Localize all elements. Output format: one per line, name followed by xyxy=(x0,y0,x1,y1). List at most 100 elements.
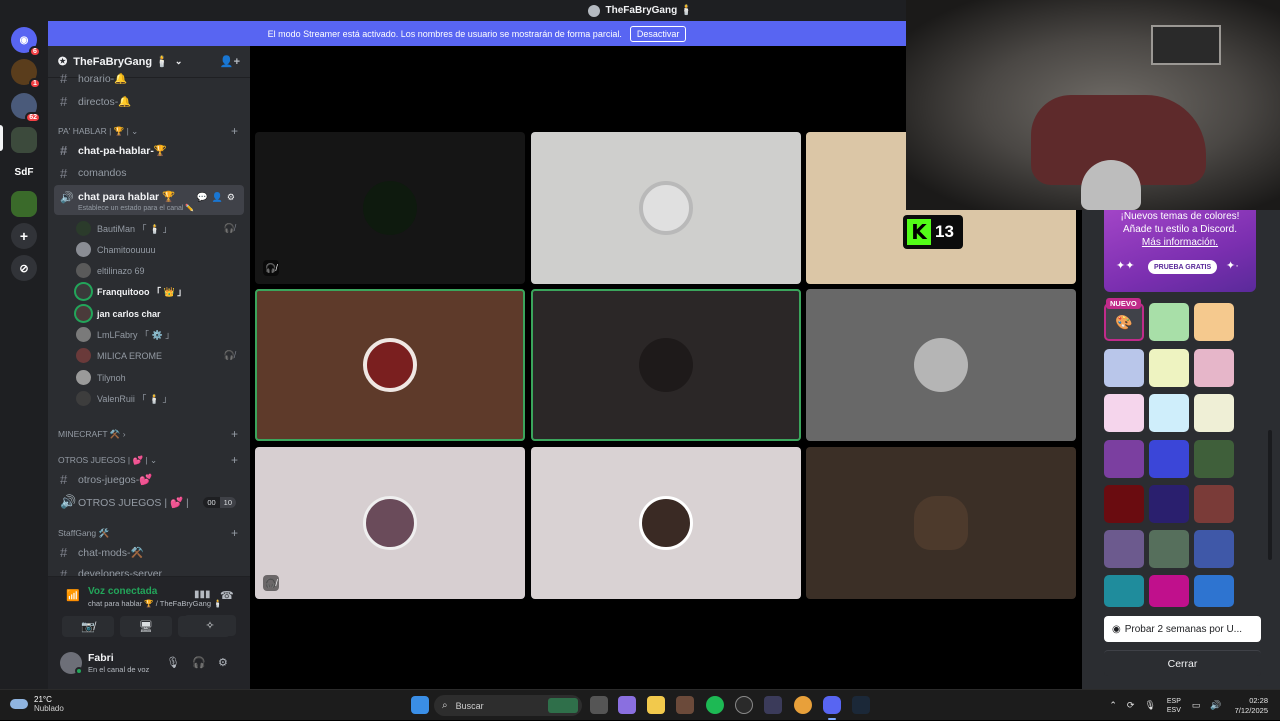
volume-icon[interactable]: 🔊 xyxy=(1210,700,1221,711)
theme-swatch[interactable] xyxy=(1194,394,1234,432)
microphone-icon[interactable]: 🎙 xyxy=(1144,700,1155,711)
free-trial-button[interactable]: PRUEBA GRATIS xyxy=(1148,260,1218,274)
discord-home-icon[interactable]: ◉ 6 xyxy=(11,27,41,57)
file-explorer-icon[interactable] xyxy=(647,696,665,714)
add-server-icon[interactable]: + xyxy=(11,223,37,249)
theme-swatch[interactable] xyxy=(1104,440,1144,478)
voice-member[interactable]: LmLFabry 「 ⚙️ 」 xyxy=(76,325,241,344)
participant-tile[interactable] xyxy=(806,447,1076,599)
discord-icon[interactable] xyxy=(823,696,841,714)
add-channel-icon[interactable]: + xyxy=(231,453,238,467)
voice-channel-active[interactable]: 🔊 chat para hablar 🏆 Establece un estado… xyxy=(54,185,244,215)
scrollbar[interactable] xyxy=(1268,430,1272,560)
theme-swatch[interactable] xyxy=(1104,485,1144,523)
voice-member[interactable]: jan carlos char xyxy=(76,304,241,323)
app-icon[interactable] xyxy=(676,696,694,714)
category-otros-juegos[interactable]: OTROS JUEGOS | 💕 | ⌄ + xyxy=(58,453,242,467)
microphone-icon[interactable]: 🎙 xyxy=(166,656,180,669)
theme-swatch[interactable] xyxy=(1194,440,1234,478)
channel-chat-mods[interactable]: # chat-mods-⚒️ xyxy=(56,542,242,562)
voice-status-subtitle[interactable]: chat para hablar 🏆 / TheFaBryGang 🕯️ xyxy=(88,599,222,608)
participant-tile[interactable] xyxy=(531,132,801,284)
theme-swatch[interactable] xyxy=(1194,530,1234,568)
voice-member[interactable]: BautiMan 「 🕯️ 」 🎧̸ xyxy=(76,219,241,238)
server-folder[interactable]: SdF xyxy=(11,159,37,185)
channel-otros-juegos[interactable]: # otros-juegos-💕 xyxy=(56,469,242,489)
connection-signal-icon[interactable]: 📶 xyxy=(66,589,80,602)
category-staffgang[interactable]: StaffGang 🛠️ + xyxy=(58,526,242,540)
participant-tile[interactable]: 🎧̸ xyxy=(255,132,525,284)
voice-member[interactable]: Chamitoouuuu xyxy=(76,240,241,259)
voice-member[interactable]: Tilynoh xyxy=(76,368,241,387)
channel-directos[interactable]: # directos-🔔 xyxy=(56,91,242,111)
voice-member[interactable]: Franquitooo 「 👑 」 xyxy=(76,282,241,301)
server-avatar[interactable] xyxy=(11,191,37,217)
theme-swatch[interactable] xyxy=(1194,575,1234,607)
theme-swatch[interactable] xyxy=(1194,485,1234,523)
screen-share-button[interactable]: 🖥 xyxy=(120,616,172,637)
server-avatar-selected[interactable] xyxy=(11,127,37,153)
clock[interactable]: 02:28 7/12/2025 xyxy=(1235,696,1268,716)
participant-tile[interactable] xyxy=(531,447,801,599)
theme-swatch[interactable] xyxy=(1149,485,1189,523)
input-language[interactable]: ESP ESV xyxy=(1167,697,1181,715)
disconnect-icon[interactable]: ☎ xyxy=(220,589,234,602)
theme-swatch[interactable] xyxy=(1104,394,1144,432)
camera-off-button[interactable]: 📷̸ xyxy=(62,616,114,637)
headphones-icon[interactable]: 🎧 xyxy=(192,656,206,669)
voice-member[interactable]: ValenRuii 「 🕯️ 」 xyxy=(76,389,241,408)
theme-swatch[interactable] xyxy=(1149,303,1189,341)
chevron-up-icon[interactable]: ⌃ xyxy=(1109,700,1117,711)
theme-swatch[interactable] xyxy=(1104,349,1144,387)
soundboard-button[interactable]: ✧ xyxy=(184,615,236,636)
add-channel-icon[interactable]: + xyxy=(231,427,238,441)
close-button[interactable]: Cerrar xyxy=(1104,650,1261,676)
theme-swatch[interactable] xyxy=(1194,303,1234,341)
noise-suppression-icon[interactable]: ▮▮▮ xyxy=(194,589,211,600)
theme-swatch[interactable] xyxy=(1149,530,1189,568)
display-icon[interactable]: ▭ xyxy=(1192,700,1201,711)
server-avatar[interactable]: 62 xyxy=(11,93,41,123)
chrome-icon[interactable] xyxy=(794,696,812,714)
channel-horario[interactable]: # horario-🔔 xyxy=(56,68,242,88)
theme-swatch[interactable] xyxy=(1104,530,1144,568)
add-channel-icon[interactable]: + xyxy=(231,124,238,138)
category-pa-hablar[interactable]: PA' HABLAR | 🏆 | ⌄ + xyxy=(58,124,242,138)
promo-link[interactable]: Más información. xyxy=(1104,237,1256,248)
theme-swatch[interactable] xyxy=(1149,394,1189,432)
weather-widget[interactable]: 21°C Nublado xyxy=(10,695,64,713)
taskbar-search[interactable]: ⌕ Buscar xyxy=(434,695,582,716)
theme-swatch[interactable] xyxy=(1194,349,1234,387)
participant-tile[interactable] xyxy=(531,289,801,441)
add-channel-icon[interactable]: + xyxy=(231,526,238,540)
channel-comandos[interactable]: # comandos xyxy=(56,163,242,183)
app-icon[interactable] xyxy=(735,696,753,714)
try-nitro-button[interactable]: ◉ Probar 2 semanas por U... xyxy=(1104,616,1261,642)
voice-member[interactable]: eltilinazo 69 xyxy=(76,261,241,280)
voice-channel-status-hint[interactable]: Establece un estado para el canal ✏️ xyxy=(78,204,194,212)
category-minecraft[interactable]: MINECRAFT ⚒️ › + xyxy=(58,427,242,441)
spotify-icon[interactable] xyxy=(706,696,724,714)
user-name[interactable]: Fabri xyxy=(88,652,114,664)
settings-gear-icon[interactable]: ⚙ xyxy=(218,656,228,669)
task-view-icon[interactable] xyxy=(590,696,608,714)
sync-icon[interactable]: ⟳ xyxy=(1127,700,1135,711)
participant-tile[interactable]: 🎧̸ xyxy=(255,447,525,599)
channel-chat-pa-hablar[interactable]: # chat-pa-hablar-🏆 xyxy=(56,140,242,160)
voice-channel-otros-juegos[interactable]: 🔊 OTROS JUEGOS | 💕 | 00 10 xyxy=(56,492,242,512)
participant-tile[interactable] xyxy=(255,289,525,441)
server-avatar[interactable]: 1 xyxy=(11,59,41,89)
disable-streamer-button[interactable]: Desactivar xyxy=(629,25,687,42)
theme-swatch[interactable] xyxy=(1149,349,1189,387)
participant-tile[interactable] xyxy=(806,289,1076,441)
discover-icon[interactable]: ⊘ xyxy=(11,255,37,281)
theme-swatch[interactable] xyxy=(1149,575,1189,607)
steam-icon[interactable] xyxy=(852,696,870,714)
invite-icon[interactable]: 👤+ xyxy=(220,55,240,68)
app-icon[interactable] xyxy=(764,696,782,714)
voice-channel-actions[interactable]: 💬👤⚙ xyxy=(197,192,239,203)
theme-swatch[interactable] xyxy=(1104,575,1144,607)
start-menu-icon[interactable] xyxy=(411,696,429,714)
theme-swatch[interactable] xyxy=(1149,440,1189,478)
copilot-icon[interactable] xyxy=(618,696,636,714)
